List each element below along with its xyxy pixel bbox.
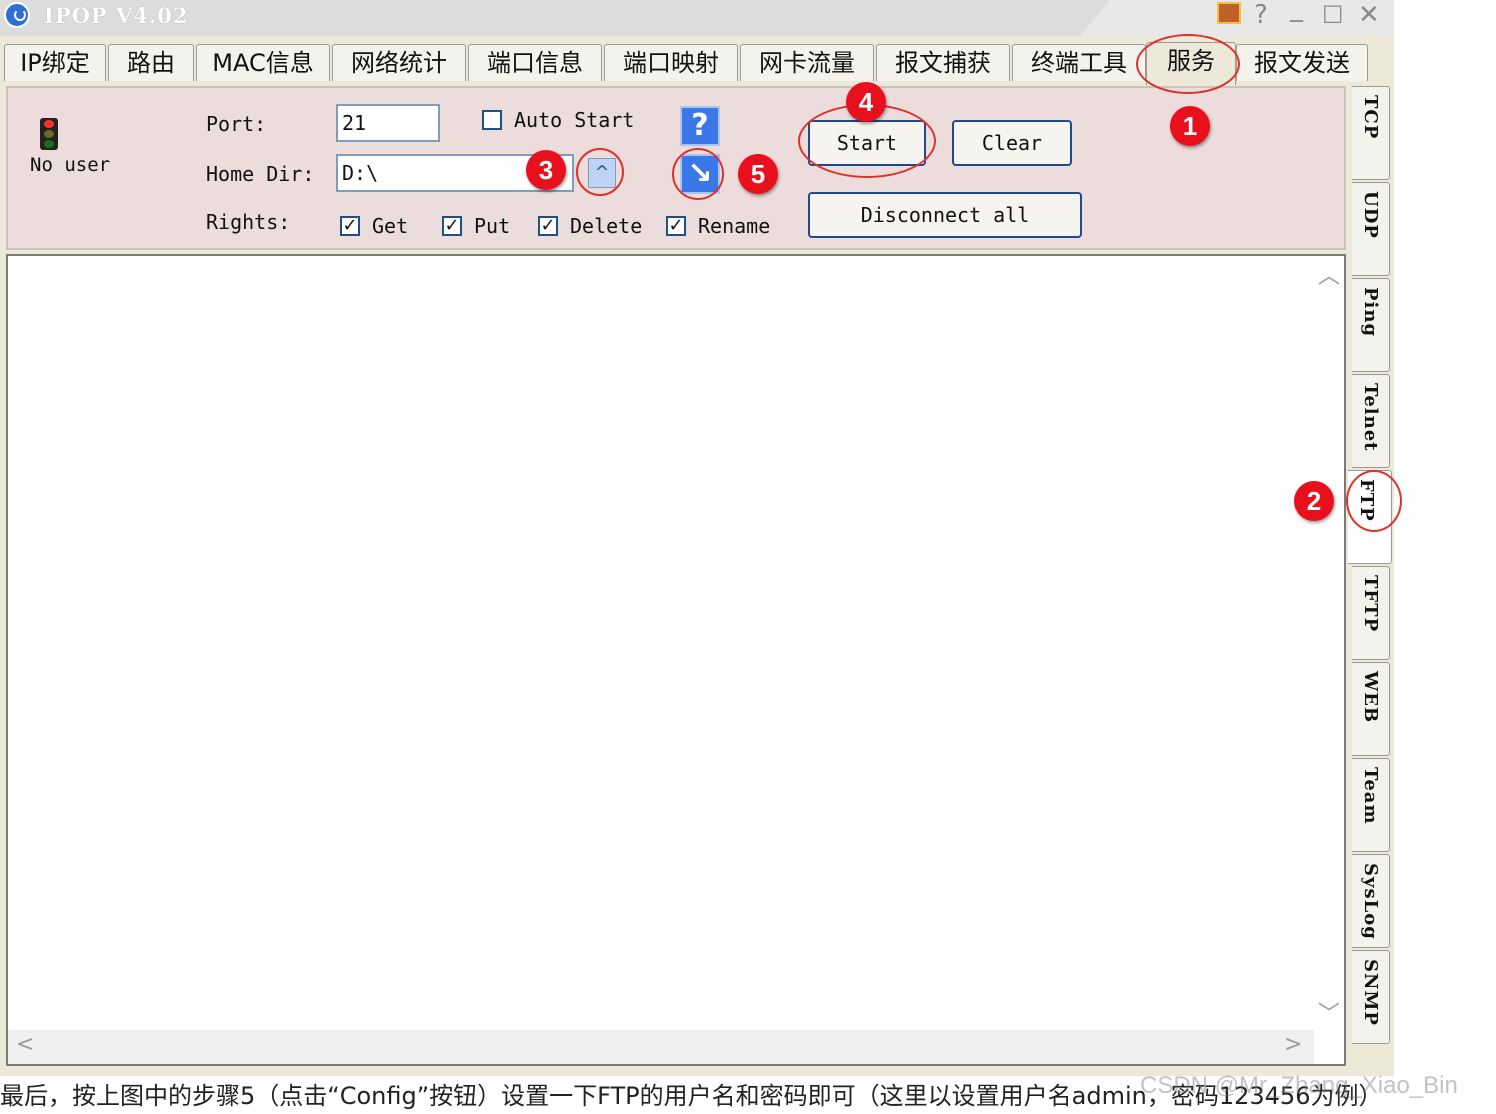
annotation-marker-2: 2 xyxy=(1294,481,1334,521)
clear-button[interactable]: Clear xyxy=(952,120,1072,166)
port-input[interactable]: 21 xyxy=(336,104,440,142)
scroll-right-arrow-icon[interactable]: > xyxy=(1284,1032,1302,1057)
tab-packet-capture[interactable]: 报文捕获 xyxy=(876,44,1010,81)
side-tab-label: UDP xyxy=(1360,191,1381,239)
ftp-log-area[interactable]: ︿ ﹀ < > xyxy=(6,254,1346,1066)
tab-packet-send[interactable]: 报文发送 xyxy=(1236,44,1368,81)
question-icon: ? xyxy=(691,108,709,143)
user-status: No user xyxy=(30,154,111,176)
window-title: IPOP V4.02 xyxy=(44,3,189,28)
scroll-down-arrow-icon[interactable]: ﹀ xyxy=(1318,996,1340,1028)
side-tab-label: WEB xyxy=(1360,671,1381,724)
side-tab-label: TFTP xyxy=(1360,575,1381,633)
rights-get-checkbox[interactable]: ✓ xyxy=(340,216,360,236)
auto-start-label: Auto Start xyxy=(514,108,635,132)
scroll-up-arrow-icon[interactable]: ︿ xyxy=(1318,258,1340,290)
side-tab-telnet[interactable]: Telnet xyxy=(1352,374,1390,468)
rights-label: Rights: xyxy=(206,210,291,234)
side-tab-syslog[interactable]: SysLog xyxy=(1352,854,1390,948)
annotation-ring-3 xyxy=(576,148,624,196)
watermark: CSDN @Mr_Zhang_Xiao_Bin xyxy=(1140,1072,1458,1099)
rights-put-checkbox[interactable]: ✓ xyxy=(442,216,462,236)
side-tab-snmp[interactable]: SNMP xyxy=(1352,950,1390,1044)
side-tab-label: Team xyxy=(1360,767,1381,825)
side-tab-label: TCP xyxy=(1360,95,1381,140)
side-tab-label: Ping xyxy=(1360,287,1381,338)
side-tab-udp[interactable]: UDP xyxy=(1352,182,1390,276)
tab-port-map[interactable]: 端口映射 xyxy=(604,44,738,81)
rights-rename-checkbox[interactable]: ✓ xyxy=(666,216,686,236)
app-icon xyxy=(4,2,30,28)
tab-port-info[interactable]: 端口信息 xyxy=(468,44,602,81)
tab-ip-binding[interactable]: IP绑定 xyxy=(4,44,106,81)
maximize-icon[interactable]: ☐ xyxy=(1322,1,1344,29)
tab-mac-info[interactable]: MAC信息 xyxy=(196,44,330,81)
annotation-marker-5: 5 xyxy=(738,154,778,194)
rights-delete-checkbox[interactable]: ✓ xyxy=(538,216,558,236)
rights-rename-label: Rename xyxy=(698,214,771,238)
annotation-ring-5 xyxy=(672,148,724,200)
rights-delete-label: Delete xyxy=(570,214,643,238)
home-dir-label: Home Dir: xyxy=(206,162,315,186)
ftp-panel: No user Port: 21 Auto Start Home Dir: D:… xyxy=(6,86,1346,1066)
side-tab-ping[interactable]: Ping xyxy=(1352,278,1390,372)
side-tab-web[interactable]: WEB xyxy=(1352,662,1390,756)
side-tab-label: SysLog xyxy=(1360,863,1381,940)
side-tab-tcp[interactable]: TCP xyxy=(1352,86,1390,180)
annotation-marker-4: 4 xyxy=(846,82,886,122)
annotation-marker-3: 3 xyxy=(526,150,566,190)
traffic-light-icon xyxy=(40,118,58,150)
side-tab-tftp[interactable]: TFTP xyxy=(1352,566,1390,660)
title-bar: IPOP V4.02 ? _ ☐ ✕ xyxy=(0,0,1394,36)
tab-net-stats[interactable]: 网络统计 xyxy=(332,44,466,81)
auto-start-checkbox[interactable] xyxy=(482,110,502,130)
pin-icon[interactable] xyxy=(1217,2,1241,24)
help-button[interactable]: ? xyxy=(680,106,720,146)
horizontal-scrollbar[interactable]: < > xyxy=(8,1030,1314,1064)
port-label: Port: xyxy=(206,112,267,136)
annotation-marker-1: 1 xyxy=(1170,106,1210,146)
rights-get-label: Get xyxy=(372,214,409,238)
rights-put-label: Put xyxy=(474,214,511,238)
tab-terminal-tools[interactable]: 终端工具 xyxy=(1012,44,1146,81)
side-tab-label: Telnet xyxy=(1360,383,1381,452)
disconnect-all-button[interactable]: Disconnect all xyxy=(808,192,1082,238)
minimize-icon[interactable]: _ xyxy=(1290,0,1303,22)
scroll-left-arrow-icon[interactable]: < xyxy=(16,1032,34,1057)
close-icon[interactable]: ✕ xyxy=(1358,1,1380,29)
annotation-ring-1 xyxy=(1136,34,1240,94)
side-tab-team[interactable]: Team xyxy=(1352,758,1390,852)
side-tab-label: SNMP xyxy=(1360,959,1381,1026)
tab-route[interactable]: 路由 xyxy=(108,44,194,81)
help-icon[interactable]: ? xyxy=(1254,1,1268,29)
vertical-scrollbar[interactable]: ︿ ﹀ xyxy=(1310,256,1344,1032)
tab-nic-traffic[interactable]: 网卡流量 xyxy=(740,44,874,81)
annotation-ring-2 xyxy=(1346,470,1402,532)
